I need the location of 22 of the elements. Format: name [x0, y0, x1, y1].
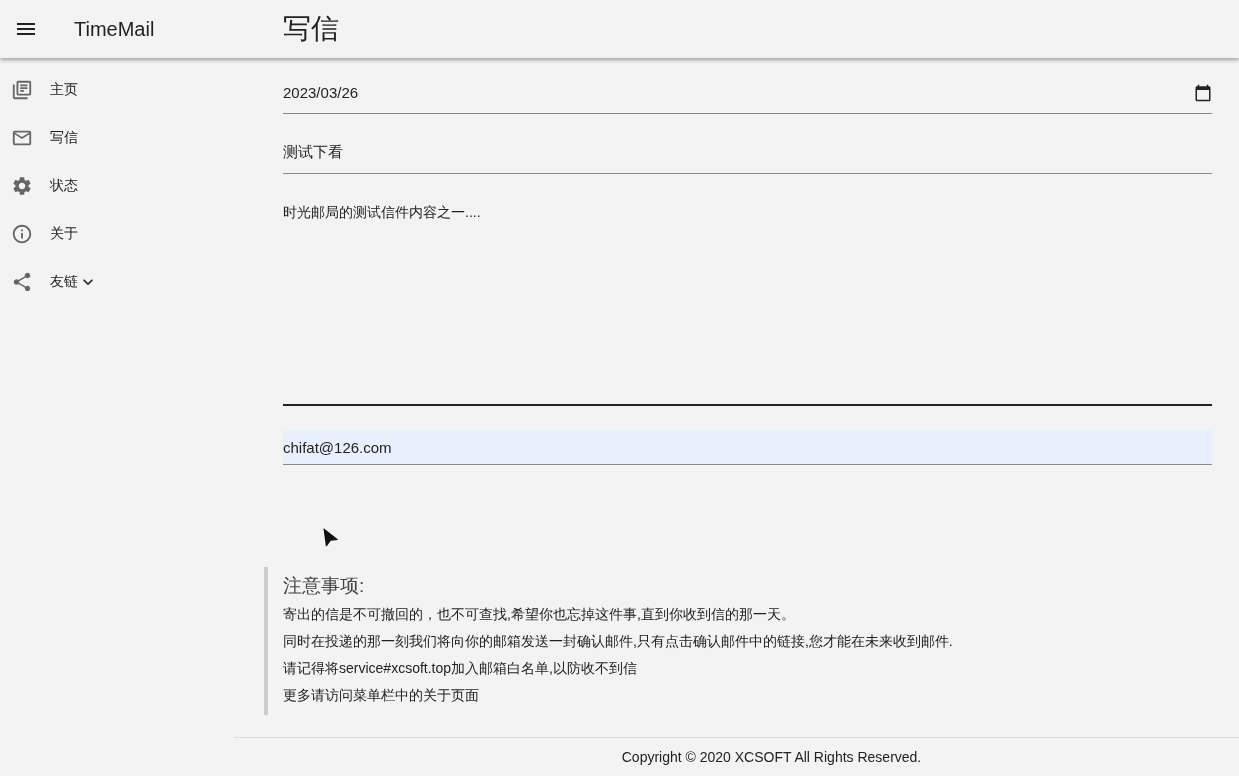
sidebar-item[interactable]: 友链 — [0, 258, 234, 306]
subject-field[interactable]: 测试下看 — [283, 132, 1212, 174]
notes-text: 请记得将service#xcsoft.top加入邮箱白名单,以防收不到信 — [283, 659, 638, 678]
sidebar-item[interactable]: 写信 — [0, 114, 234, 162]
calendar-icon[interactable] — [1194, 84, 1212, 102]
content-field[interactable]: 时光邮局的测试信件内容之一.... — [283, 192, 1212, 406]
brand-name: TimeMail — [74, 17, 156, 41]
pages-icon — [11, 79, 33, 101]
notes-title: 注意事项: — [283, 574, 366, 598]
email-field[interactable]: chifat@126.com — [283, 430, 1212, 465]
notes-text: 更多请访问菜单栏中的关于页面 — [283, 686, 480, 705]
notes-text: 寄出的信是不可撤回的，也不可查找,希望你也忘掉这件事,直到你收到信的那一天。 — [283, 605, 796, 624]
footer-copyright: Copyright © 2020 XCSOFT All Rights Reserved. — [234, 737, 1239, 776]
info-icon — [11, 223, 33, 245]
sidebar-item[interactable]: 状态 — [0, 162, 234, 210]
notes-text: 同时在投递的那一刻我们将向你的邮箱发送一封确认邮件,只有点击确认邮件中的链接,您才能在未来收到邮件. — [283, 632, 954, 651]
sidebar-item[interactable]: 关于 — [0, 210, 234, 258]
page-title: 写信 — [283, 12, 339, 46]
settings-icon — [11, 175, 33, 197]
share-icon — [11, 271, 33, 293]
sidebar-item[interactable]: 主页 — [0, 66, 234, 114]
date-field[interactable]: 2023/03/26 — [283, 72, 1212, 114]
